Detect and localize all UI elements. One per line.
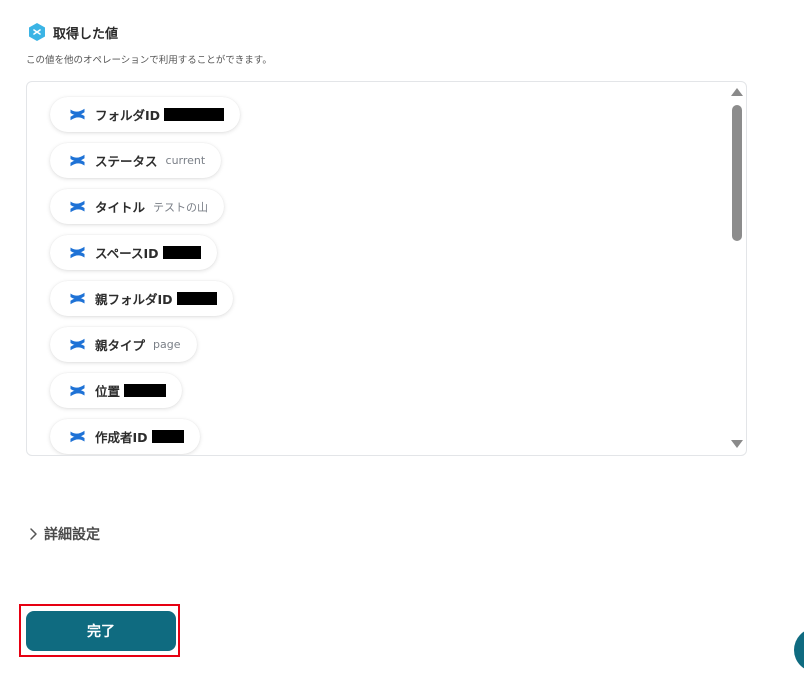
value-chip[interactable]: 作成者ID [50,419,200,454]
value-text: テストの山 [153,200,209,214]
redacted-value [151,430,184,443]
values-scrollbar[interactable] [730,88,744,448]
value-label: 作成者ID [95,430,148,445]
value-text: page [153,338,181,351]
confluence-icon [70,338,85,351]
advanced-settings-label: 詳細設定 [44,527,100,543]
value-label: 親フォルダID [95,292,173,307]
help-fab[interactable] [794,628,804,672]
value-text: current [165,154,206,167]
scroll-down-icon[interactable] [731,440,743,448]
redacted-value [124,384,167,397]
value-label: フォルダID [95,108,161,123]
confluence-hex-icon [29,23,45,41]
confluence-icon [70,200,85,213]
value-label: 位置 [95,384,121,399]
value-chip[interactable]: スペースID [50,235,217,270]
values-list: フォルダID ステータス current タイトル テストの山スペースID 親フォルダID… [50,97,241,454]
value-label: 親タイプ [95,338,146,353]
chevron-right-icon [30,528,37,540]
value-chip[interactable]: タイトル テストの山 [50,189,225,224]
section-description: この値を他のオペレーションで利用することができます。 [26,55,272,66]
value-label: スペースID [95,246,159,261]
section-title: 取得した値 [53,26,119,42]
scroll-up-icon[interactable] [731,88,743,96]
value-chip[interactable]: ステータス current [50,143,222,178]
value-label: ステータス [95,154,158,169]
confluence-icon [70,384,85,397]
complete-button[interactable]: 完了 [26,611,176,651]
confluence-icon [70,246,85,259]
confluence-icon [70,154,85,167]
redacted-value [162,246,201,259]
value-label: タイトル [95,200,146,215]
confluence-icon [70,430,85,443]
value-chip[interactable]: 親フォルダID [50,281,233,316]
scroll-thumb[interactable] [732,105,742,241]
confluence-icon [70,292,85,305]
page: 取得した値 この値を他のオペレーションで利用することができます。 フォルダID ス… [0,0,804,682]
value-chip[interactable]: 位置 [50,373,183,408]
value-chip[interactable]: 親タイプ page [50,327,197,362]
value-chip[interactable]: フォルダID [50,97,241,132]
confluence-icon [70,108,85,121]
retrieved-values-panel: フォルダID ステータス current タイトル テストの山スペースID 親フォルダID… [26,81,747,456]
section-header: 取得した値 [27,22,118,42]
redacted-value [176,292,217,305]
redacted-value [164,108,225,121]
advanced-settings-toggle[interactable]: 詳細設定 [28,524,100,544]
